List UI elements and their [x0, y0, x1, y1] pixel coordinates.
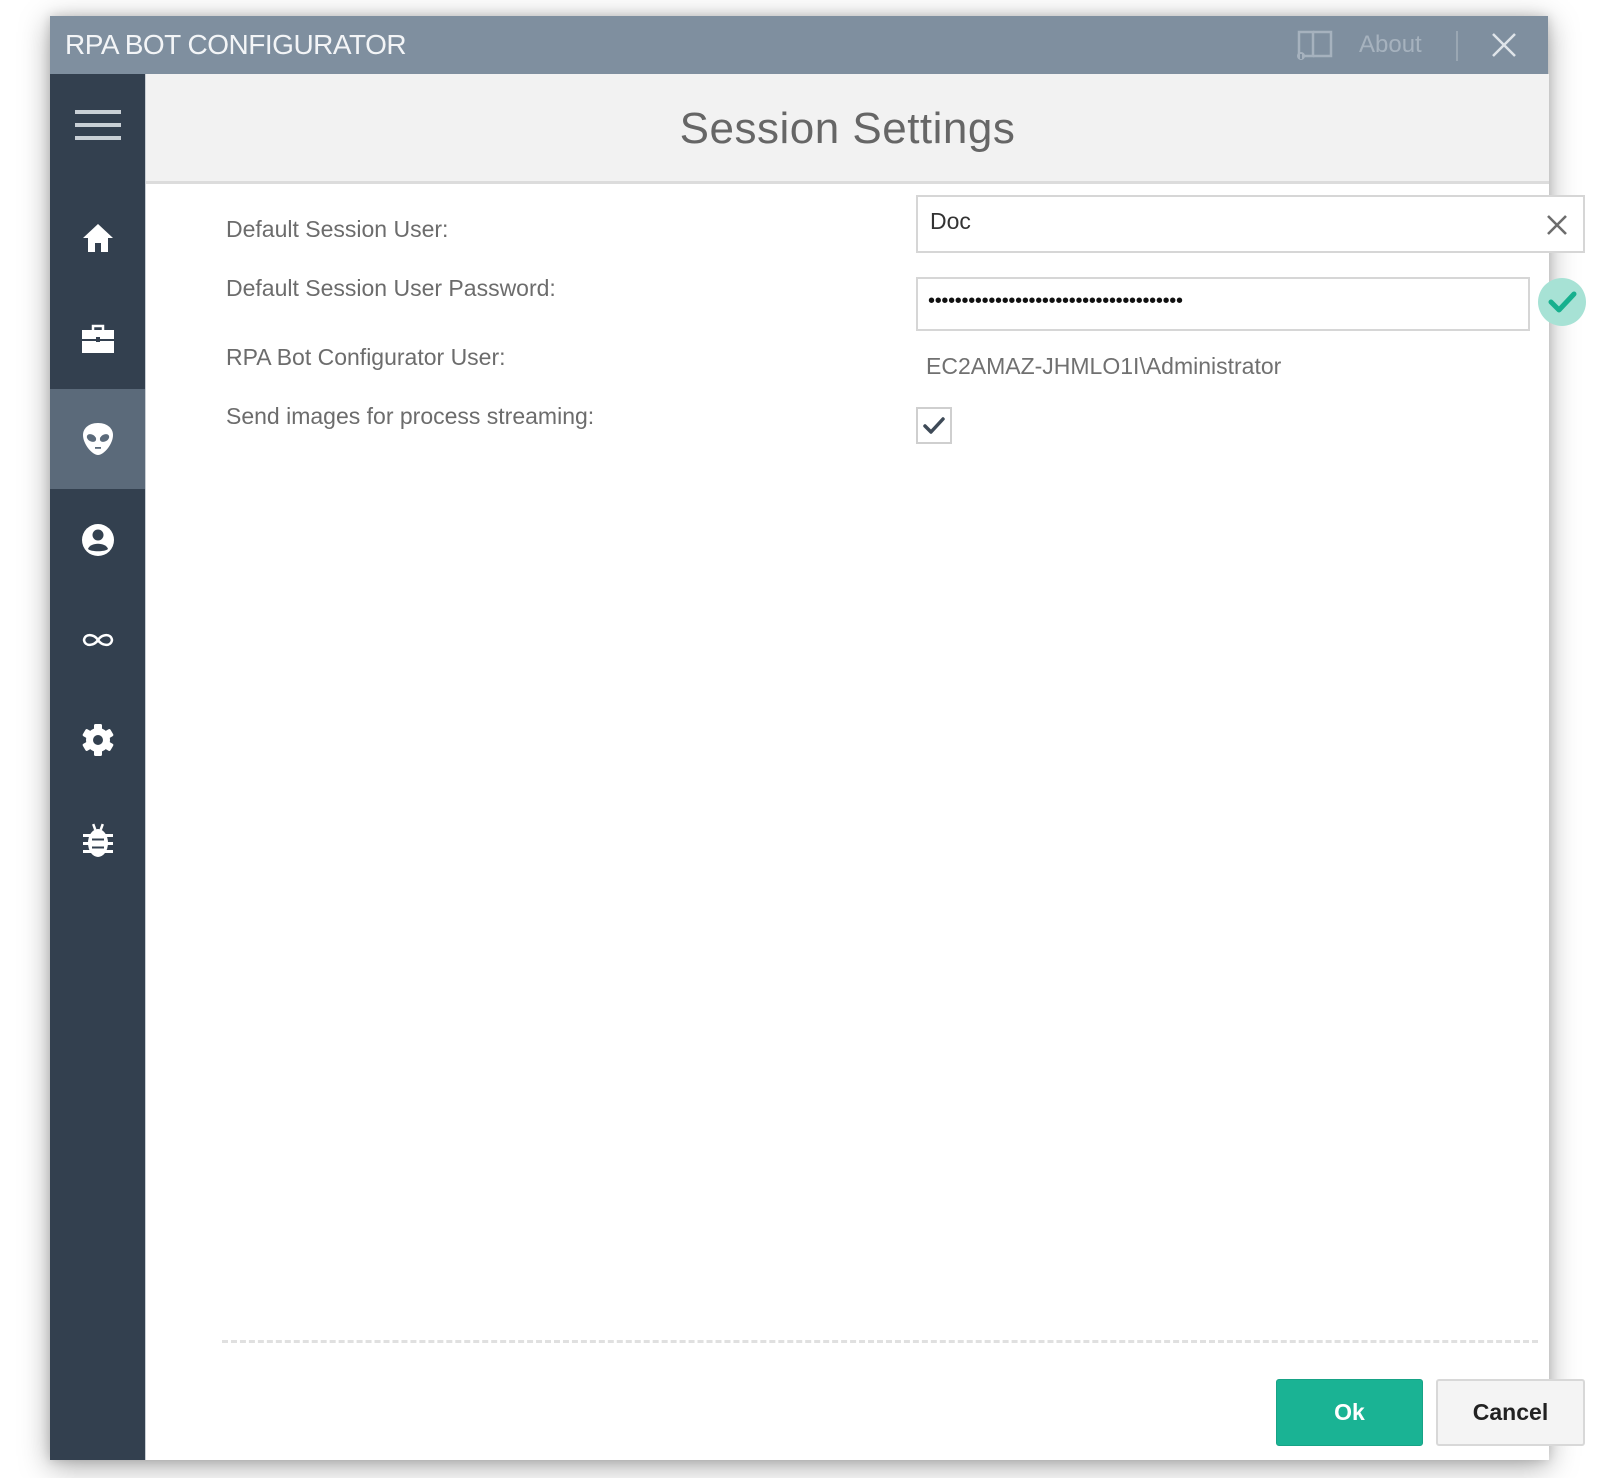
sidebar-item-infinity[interactable] [50, 590, 145, 690]
sidebar-item-briefcase[interactable] [50, 289, 145, 389]
default-session-user-value: Doc [930, 208, 971, 234]
sidebar-item-settings[interactable] [50, 690, 145, 790]
clear-icon[interactable] [1541, 209, 1573, 241]
ok-button[interactable]: Ok [1276, 1379, 1423, 1446]
send-images-checkbox[interactable] [916, 407, 952, 444]
user-circle-icon [81, 524, 114, 556]
default-session-user-input[interactable]: Doc [916, 195, 1585, 253]
page-title: Session Settings [679, 104, 1016, 153]
sidebar [50, 74, 145, 1460]
page-header: Session Settings [146, 74, 1549, 184]
bug-icon [82, 823, 113, 857]
main-content: Session Settings Default Session User: D… [145, 74, 1586, 1460]
gear-icon [82, 724, 113, 756]
default-session-user-label: Default Session User: [226, 216, 449, 242]
close-icon[interactable] [1487, 28, 1521, 62]
configurator-user-label: RPA Bot Configurator User: [226, 344, 506, 370]
home-icon [82, 224, 113, 252]
alien-icon [82, 423, 113, 455]
titlebar-separator [1456, 31, 1458, 61]
hamburger-menu-icon [74, 110, 121, 140]
app-window: RPA BOT CONFIGURATOR About Session Setti… [50, 16, 1586, 1460]
configurator-user-value: EC2AMAZ-JHMLO1I\Administrator [926, 353, 1282, 379]
infinity-icon [82, 633, 113, 647]
cancel-button[interactable]: Cancel [1436, 1379, 1585, 1446]
send-images-label: Send images for process streaming: [226, 403, 595, 429]
about-button[interactable]: About [1359, 31, 1422, 59]
hamburger-menu-button[interactable] [50, 84, 145, 166]
title-bar[interactable]: RPA BOT CONFIGURATOR About [50, 16, 1548, 74]
sidebar-item-user[interactable] [50, 490, 145, 590]
app-title: RPA BOT CONFIGURATOR [65, 29, 407, 60]
check-valid-icon [1538, 278, 1586, 326]
book-info-icon[interactable] [1295, 29, 1335, 61]
sidebar-item-debug[interactable] [50, 791, 145, 891]
sidebar-item-session[interactable] [50, 389, 145, 489]
checkmark-icon [923, 417, 945, 434]
password-value: •••••••••••••••••••••••••••••••••••••• [928, 290, 1183, 312]
sidebar-item-home[interactable] [50, 188, 145, 288]
password-label: Default Session User Password: [226, 275, 556, 301]
briefcase-icon [81, 324, 114, 353]
password-input[interactable]: •••••••••••••••••••••••••••••••••••••• [916, 277, 1530, 331]
footer-divider [222, 1340, 1538, 1343]
